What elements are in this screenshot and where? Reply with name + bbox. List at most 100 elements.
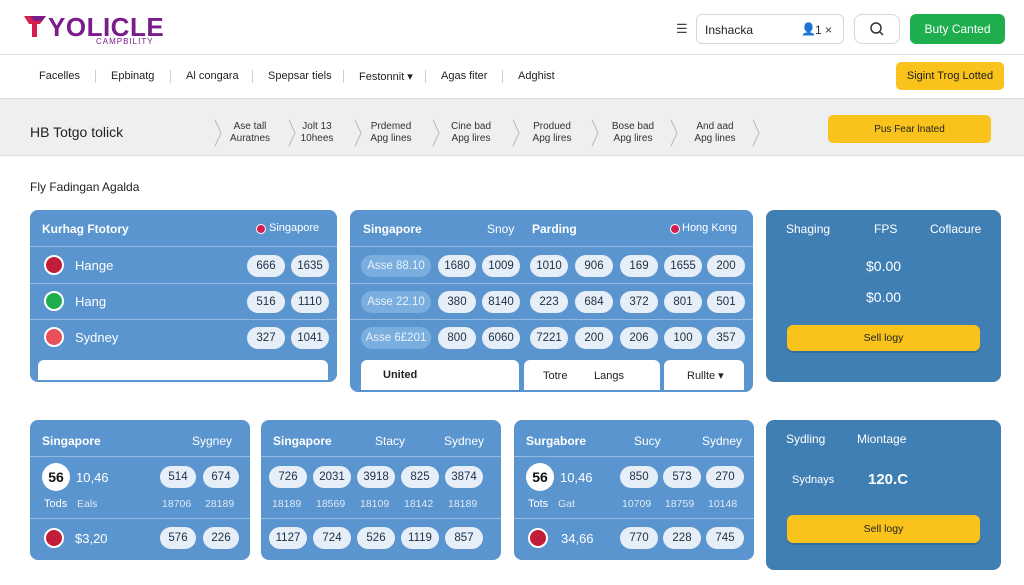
- value-pill[interactable]: 228: [663, 527, 701, 549]
- value-pill[interactable]: 857: [445, 527, 483, 549]
- column-header: Singapore: [273, 434, 332, 448]
- value-pill[interactable]: 501: [707, 291, 745, 313]
- nav-item-3[interactable]: Al congara: [186, 70, 239, 82]
- value-pill[interactable]: 1009: [482, 255, 520, 277]
- row-divider: [261, 456, 501, 457]
- value-pill[interactable]: 726: [269, 466, 307, 488]
- value-pill[interactable]: 526: [357, 527, 395, 549]
- value-pill[interactable]: 576: [160, 527, 196, 549]
- value-pill[interactable]: 666: [247, 255, 285, 277]
- value-pill[interactable]: 1127: [269, 527, 307, 549]
- value-pill[interactable]: 200: [707, 255, 745, 277]
- band-column[interactable]: Bose bad Apg lires: [598, 121, 668, 145]
- search-count[interactable]: 1 ×: [815, 23, 832, 37]
- column-header: Singapore: [42, 434, 101, 448]
- summary-label: Sydnays: [792, 474, 835, 486]
- row-label-pill[interactable]: Asse 6£201: [361, 327, 431, 349]
- value-pill[interactable]: 3918: [357, 466, 395, 488]
- tab-langs[interactable]: Langs: [594, 370, 624, 382]
- band-column[interactable]: Cine bad Apg lires: [436, 121, 506, 145]
- value-pill[interactable]: 850: [620, 466, 658, 488]
- value-pill[interactable]: 514: [160, 466, 196, 488]
- menu-icon[interactable]: ☰: [676, 21, 690, 36]
- value-pill[interactable]: 226: [203, 527, 239, 549]
- row-label-pill[interactable]: Asse 88.10: [361, 255, 431, 277]
- nav-separator: [252, 70, 253, 83]
- nav-item-1[interactable]: Facelles: [39, 70, 80, 82]
- value-pill[interactable]: 825: [401, 466, 439, 488]
- value-pill[interactable]: 200: [575, 327, 613, 349]
- sub-value: 10709: [622, 498, 652, 510]
- value-pill[interactable]: 7221: [530, 327, 568, 349]
- column-header: Coflacure: [930, 222, 982, 236]
- nav-item-6[interactable]: Agas fiter: [441, 70, 487, 82]
- value-pill[interactable]: 800: [438, 327, 476, 349]
- value-pill[interactable]: 206: [620, 327, 658, 349]
- sub-value: 18759: [665, 498, 695, 510]
- value-pill[interactable]: 1041: [291, 327, 329, 349]
- user-icon: 👤: [801, 22, 816, 36]
- tab-united[interactable]: United: [361, 360, 519, 390]
- row-label: Tots: [528, 498, 549, 510]
- shield-button[interactable]: [854, 14, 900, 44]
- tab-totre[interactable]: Totre: [543, 370, 567, 382]
- value-pill[interactable]: 223: [530, 291, 568, 313]
- row-label: Sydney: [75, 330, 119, 345]
- primary-button[interactable]: Buty Canted: [910, 14, 1005, 44]
- value-pill[interactable]: 1680: [438, 255, 476, 277]
- column-header: Surgabore: [526, 434, 587, 448]
- nav-action-button[interactable]: Sigint Trog Lotted: [896, 62, 1004, 90]
- value-pill[interactable]: 270: [706, 466, 744, 488]
- tab-dropdown[interactable]: Rullte ▾: [664, 360, 744, 390]
- band-column[interactable]: Produed Apg lires: [517, 121, 587, 145]
- value-pill[interactable]: 327: [247, 327, 285, 349]
- value-pill[interactable]: 100: [664, 327, 702, 349]
- nav-item-5[interactable]: Festonnit ▾: [359, 70, 413, 83]
- sub-value: 10148: [708, 498, 738, 510]
- row-label: 10,46: [560, 470, 593, 485]
- value-pill[interactable]: 1010: [530, 255, 568, 277]
- value-pill[interactable]: 169: [620, 255, 658, 277]
- value-pill[interactable]: 516: [247, 291, 285, 313]
- value-pill[interactable]: 357: [707, 327, 745, 349]
- value-pill[interactable]: 372: [620, 291, 658, 313]
- nav-item-2[interactable]: Epbinatg: [111, 70, 154, 82]
- band-column[interactable]: Ase tall Auratnes: [215, 121, 285, 145]
- column-header: Sydney: [702, 434, 743, 448]
- value-pill[interactable]: 6060: [482, 327, 520, 349]
- search-input[interactable]: Inshacka 👤 1 ×: [696, 14, 844, 44]
- band-column[interactable]: And aad Apg lines: [680, 121, 750, 145]
- nav-separator: [170, 70, 171, 83]
- money-value: $0.00: [866, 258, 902, 274]
- sub-value: 18109: [360, 498, 390, 510]
- band-column[interactable]: Prdemed Apg lines: [356, 121, 426, 145]
- value-pill[interactable]: 801: [664, 291, 702, 313]
- value-pill[interactable]: 724: [313, 527, 351, 549]
- value-pill[interactable]: 745: [706, 527, 744, 549]
- band-button[interactable]: Pus Fear lnated: [828, 115, 991, 143]
- sub-value: 18189: [448, 498, 478, 510]
- panel-location: Singapore: [269, 222, 320, 234]
- value-pill[interactable]: 2031: [313, 466, 351, 488]
- value-pill[interactable]: 674: [203, 466, 239, 488]
- value-pill[interactable]: 1110: [291, 291, 329, 313]
- value-pill[interactable]: 1119: [401, 527, 439, 549]
- sell-button[interactable]: Sell logy: [787, 515, 980, 543]
- value-pill[interactable]: 573: [663, 466, 701, 488]
- value-pill[interactable]: 906: [575, 255, 613, 277]
- row-divider: [350, 319, 753, 320]
- value-pill[interactable]: 8140: [482, 291, 520, 313]
- row-label: 10,46: [76, 470, 109, 485]
- row-label: Tods: [44, 498, 68, 510]
- value-pill[interactable]: 1655: [664, 255, 702, 277]
- value-pill[interactable]: 770: [620, 527, 658, 549]
- value-pill[interactable]: 380: [438, 291, 476, 313]
- value-pill[interactable]: 684: [575, 291, 613, 313]
- row-label-pill[interactable]: Asse 22.10: [361, 291, 431, 313]
- sell-button[interactable]: Sell logy: [787, 325, 980, 351]
- value-pill[interactable]: 1635: [291, 255, 329, 277]
- nav-item-7[interactable]: Adghist: [518, 70, 555, 82]
- value-pill[interactable]: 3874: [445, 466, 483, 488]
- band-column[interactable]: Jolt 13 10hees: [282, 121, 352, 145]
- nav-item-4[interactable]: Spepsar tiels: [268, 70, 332, 82]
